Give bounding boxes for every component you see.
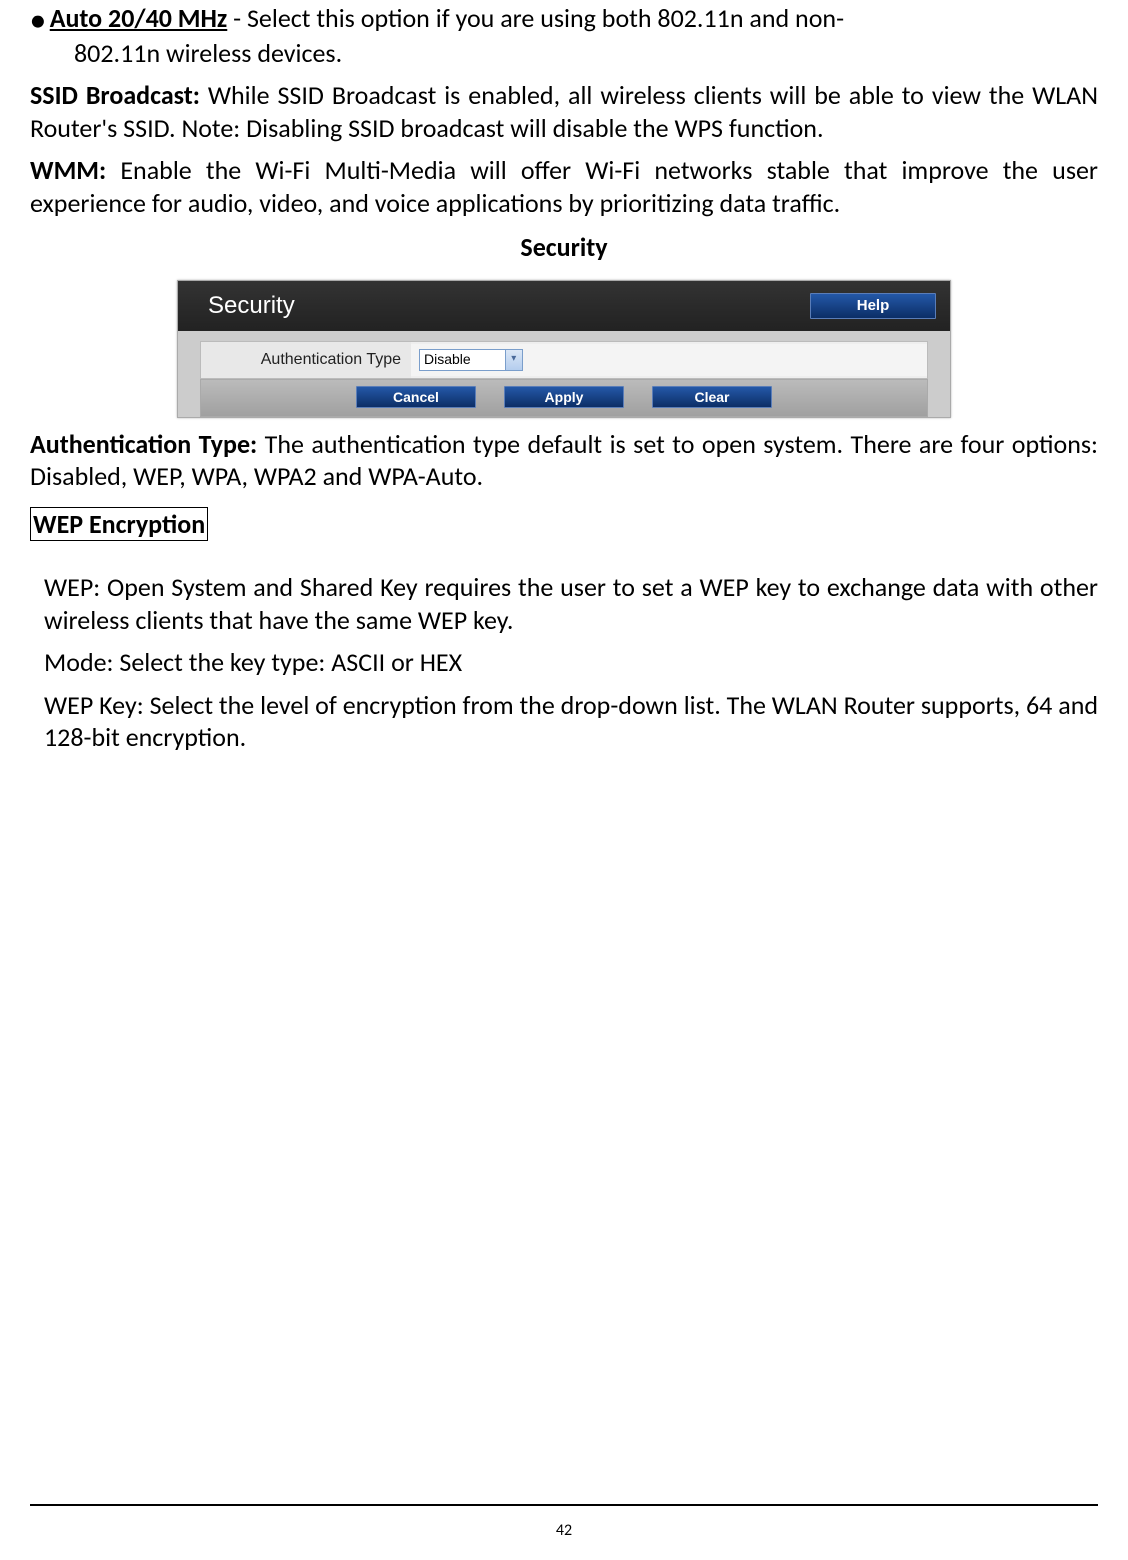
panel-header: Security Help bbox=[178, 281, 950, 331]
wep-key-term: WEP Key: bbox=[44, 689, 144, 721]
clear-button[interactable]: Clear bbox=[652, 386, 772, 408]
page-number: 42 bbox=[556, 1521, 572, 1540]
mode-para: Mode: Select the key type: ASCII or HEX bbox=[44, 646, 1098, 679]
wep-encryption-heading: WEP Encryption bbox=[30, 507, 208, 542]
wep-key-para: WEP Key: Select the level of encryption … bbox=[44, 689, 1098, 754]
auth-type-selected: Disable bbox=[424, 351, 505, 369]
mode-term: Mode: bbox=[44, 646, 114, 678]
panel-button-row: Cancel Apply Clear bbox=[200, 379, 928, 417]
bullet-text-line1: - Select this option if you are using bo… bbox=[227, 2, 844, 34]
bullet-title: Auto 20/40 MHz bbox=[50, 2, 228, 34]
bullet-auto-2040: ● Auto 20/40 MHz - Select this option if… bbox=[30, 2, 1098, 37]
bullet-dot-icon: ● bbox=[30, 4, 46, 37]
security-heading: Security bbox=[30, 231, 1098, 264]
panel-body: Authentication Type Disable ▾ Cancel App… bbox=[178, 331, 950, 417]
ssid-term: SSID Broadcast: bbox=[30, 79, 200, 111]
wep-term: WEP: bbox=[44, 571, 100, 603]
security-panel-figure: Security Help Authentication Type Disabl… bbox=[177, 280, 951, 418]
chevron-down-icon: ▾ bbox=[505, 350, 522, 370]
auth-type-value-cell: Disable ▾ bbox=[411, 344, 927, 376]
mode-text: Select the key type: ASCII or HEX bbox=[114, 646, 463, 678]
apply-button[interactable]: Apply bbox=[504, 386, 624, 408]
wep-para: WEP: Open System and Shared Key requires… bbox=[44, 571, 1098, 636]
auth-type-term: Authentication Type: bbox=[30, 428, 257, 460]
wep-key-text: Select the level of encryption from the … bbox=[44, 689, 1098, 754]
auth-type-para: Authentication Type: The authentication … bbox=[30, 428, 1098, 493]
footer-rule bbox=[30, 1504, 1098, 1506]
wmm-text: Enable the Wi-Fi Multi-Media will offer … bbox=[30, 154, 1098, 219]
wep-text: Open System and Shared Key requires the … bbox=[44, 571, 1098, 636]
auth-type-row: Authentication Type Disable ▾ bbox=[200, 341, 928, 379]
cancel-button[interactable]: Cancel bbox=[356, 386, 476, 408]
bullet-text-line2: 802.11n wireless devices. bbox=[30, 37, 1098, 70]
page-footer: 42 bbox=[30, 1504, 1098, 1543]
ssid-broadcast-para: SSID Broadcast: While SSID Broadcast is … bbox=[30, 79, 1098, 144]
wmm-term: WMM: bbox=[30, 154, 106, 186]
help-button[interactable]: Help bbox=[810, 293, 936, 319]
auth-type-label: Authentication Type bbox=[201, 342, 411, 378]
panel-title: Security bbox=[208, 291, 295, 321]
wmm-para: WMM: Enable the Wi-Fi Multi-Media will o… bbox=[30, 154, 1098, 219]
auth-type-select[interactable]: Disable ▾ bbox=[419, 349, 523, 371]
